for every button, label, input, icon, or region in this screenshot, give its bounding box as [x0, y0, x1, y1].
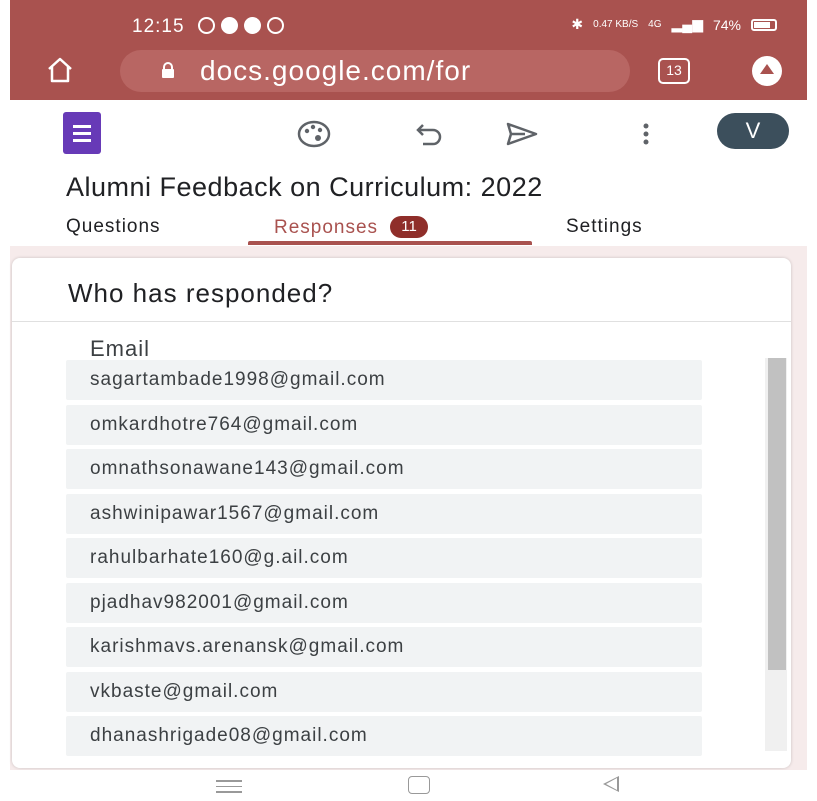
responders-card: Who has responded? Email sagartambade199… — [12, 258, 791, 768]
camera-app-icon — [221, 17, 238, 34]
list-item[interactable]: pjadhav982001@gmail.com — [66, 582, 702, 623]
responders-title: Who has responded? — [68, 278, 334, 308]
url-text: docs.google.com/for — [200, 55, 472, 86]
notification-icons — [198, 17, 284, 34]
forms-logo[interactable] — [63, 112, 101, 154]
send-icon[interactable] — [502, 114, 542, 154]
app-notification-icon — [244, 17, 261, 34]
list-item[interactable]: dhanashrigade08@gmail.com — [66, 716, 702, 756]
lock-icon — [162, 62, 174, 78]
network-speed: 0.47 KB/S — [593, 19, 639, 30]
tab-settings[interactable]: Settings — [566, 216, 643, 238]
forms-toolbar: V — [10, 100, 807, 170]
list-item[interactable]: rahulbarhate160@g.ail.com — [66, 538, 702, 578]
list-item[interactable]: omkardhotre764@gmail.com — [66, 404, 702, 445]
status-right: ✱ 0.47 KB/S 4G ▂▄▆ 74% — [571, 16, 777, 33]
network-type: 4G — [648, 19, 662, 30]
email-column-header: Email — [90, 336, 151, 361]
active-tab-indicator — [248, 241, 532, 245]
list-item[interactable]: sagartambade1998@gmail.com — [66, 360, 702, 400]
responses-count-badge: 11 — [390, 216, 429, 238]
tab-count: 13 — [666, 62, 682, 78]
system-nav-bar — [0, 770, 817, 801]
back-icon[interactable] — [603, 776, 619, 792]
list-item[interactable]: vkbaste@gmail.com — [66, 671, 702, 712]
responders-list: sagartambade1998@gmail.com omkardhotre76… — [66, 360, 702, 761]
bluetooth-icon: ✱ — [571, 16, 584, 32]
status-bar: 12:15 ✱ 0.47 KB/S 4G ▂▄▆ 74% — [10, 0, 807, 50]
browser-menu-icon[interactable] — [752, 56, 782, 86]
list-item[interactable]: karishmavs.arenansk@gmail.com — [66, 627, 702, 667]
tab-questions[interactable]: Questions — [66, 216, 161, 238]
signal-icon: ▂▄▆ — [671, 16, 703, 32]
card-divider — [12, 321, 791, 322]
recent-apps-icon[interactable] — [216, 776, 246, 796]
status-time: 12:15 — [132, 16, 185, 37]
whatsapp-icon — [198, 17, 215, 34]
form-tabs: Questions Responses 11 Settings — [10, 208, 807, 248]
battery-icon — [751, 18, 777, 31]
battery-percent: 74% — [712, 16, 741, 33]
avatar[interactable]: V — [717, 113, 789, 149]
browser-chrome: 12:15 ✱ 0.47 KB/S 4G ▂▄▆ 74% docs.google… — [10, 0, 807, 100]
tab-responses[interactable]: Responses 11 — [274, 216, 429, 239]
address-row: docs.google.com/for 13 — [10, 46, 807, 96]
tabs-button[interactable]: 13 — [658, 58, 690, 84]
form-title: Alumni Feedback on Curriculum: 2022 — [66, 172, 543, 202]
home-nav-icon[interactable] — [408, 776, 430, 794]
more-vert-icon[interactable] — [626, 114, 666, 154]
list-item[interactable]: ashwinipawar1567@gmail.com — [66, 493, 702, 534]
list-item[interactable]: omnathsonawane143@gmail.com — [66, 449, 702, 489]
undo-icon[interactable] — [410, 114, 450, 154]
scrollbar-thumb[interactable] — [768, 358, 786, 670]
url-bar[interactable]: docs.google.com/for — [120, 50, 630, 92]
home-icon[interactable] — [46, 56, 74, 84]
palette-icon[interactable] — [294, 114, 334, 154]
location-icon — [267, 17, 284, 34]
tab-responses-label: Responses — [274, 217, 379, 238]
